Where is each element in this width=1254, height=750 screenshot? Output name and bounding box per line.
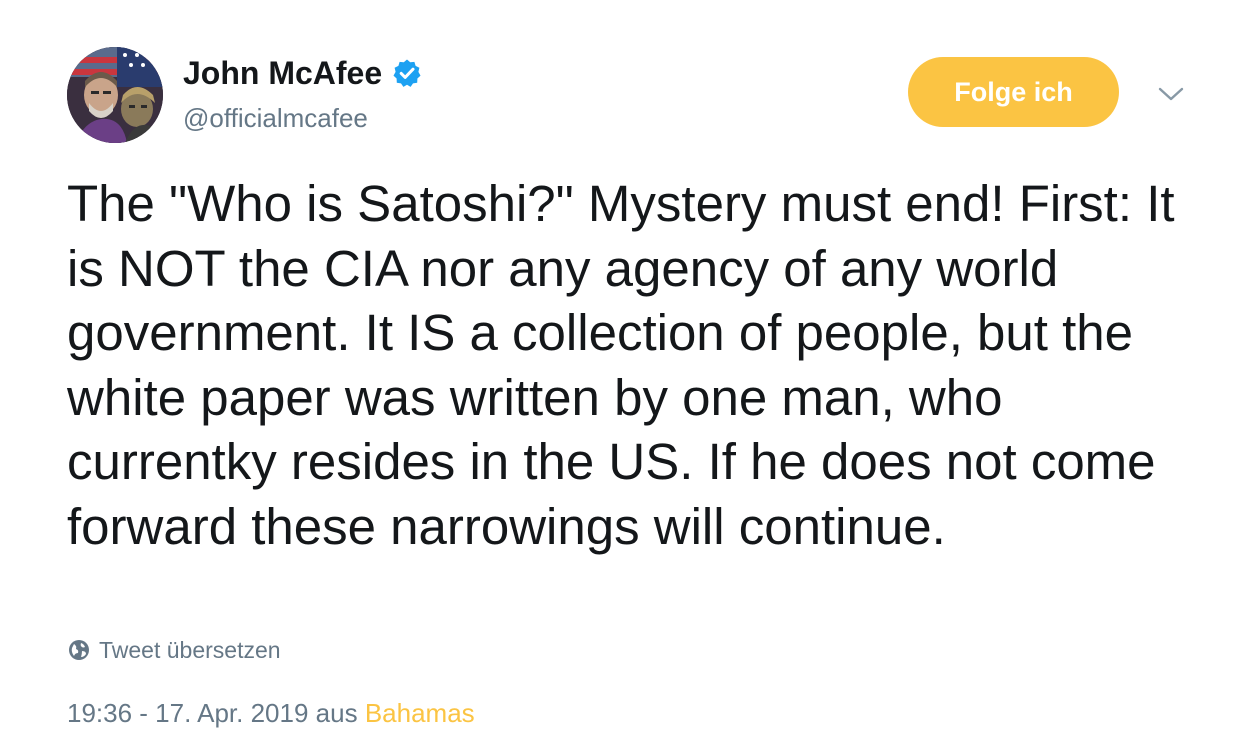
globe-icon — [69, 640, 89, 660]
tweet-meta: 19:36 - 17. Apr. 2019 aus Bahamas — [67, 697, 475, 729]
translate-tweet-link[interactable]: Tweet übersetzen — [68, 636, 281, 664]
chevron-down-icon[interactable] — [1157, 82, 1185, 106]
avatar[interactable] — [67, 47, 163, 143]
tweet-location[interactable]: Bahamas — [365, 698, 475, 728]
author-handle[interactable]: @officialmcafee — [183, 101, 368, 135]
avatar-image — [67, 47, 163, 143]
author-name-row[interactable]: John McAfee — [183, 53, 422, 93]
tweet-text: The "Who is Satoshi?" Mystery must end! … — [67, 175, 1175, 555]
source-prefix: aus — [315, 698, 358, 728]
tweet-card: John McAfee @officialmcafee Folge ich Th… — [0, 0, 1254, 750]
tweet-timestamp[interactable]: 19:36 - 17. Apr. 2019 — [67, 698, 308, 728]
translate-label[interactable]: Tweet übersetzen — [99, 636, 281, 664]
author-display-name[interactable]: John McAfee — [183, 53, 382, 93]
verified-badge-icon — [392, 58, 422, 88]
following-button[interactable]: Folge ich — [908, 57, 1119, 127]
